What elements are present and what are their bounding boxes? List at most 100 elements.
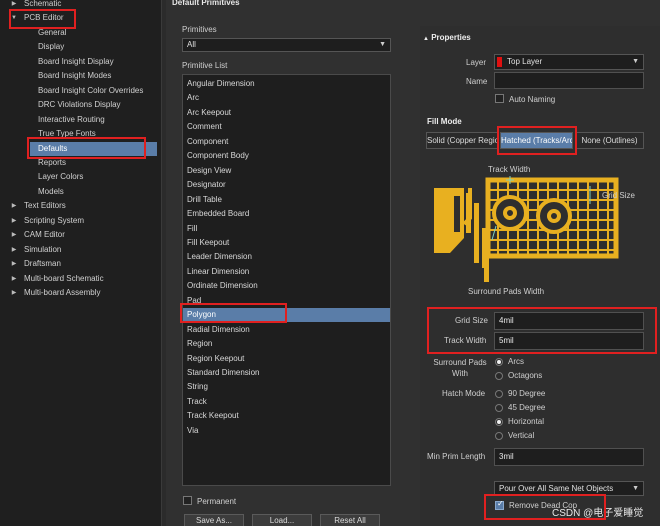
grid-size-input[interactable]: 4mil	[494, 312, 644, 330]
list-item[interactable]: Comment	[183, 120, 390, 134]
tree-item-interactive-routing[interactable]: Interactive Routing	[0, 113, 160, 127]
expand-right-icon[interactable]: ▶	[9, 0, 19, 11]
primitive-list[interactable]: Angular Dimension Arc Arc Keepout Comment Co…	[182, 74, 391, 486]
tree-item-defaults[interactable]: Defaults	[30, 141, 157, 156]
list-item[interactable]: Track Keepout	[183, 409, 390, 423]
tree-item-label: General	[38, 27, 67, 37]
chevron-down-icon: ▼	[379, 41, 386, 48]
tree-item-scripting-system[interactable]: ▶ Scripting System	[0, 214, 160, 228]
tree-item-text-editors[interactable]: ▶ Text Editors	[0, 199, 160, 213]
list-item[interactable]: Linear Dimension	[183, 265, 390, 279]
tree-item-layer-colors[interactable]: Layer Colors	[0, 170, 160, 184]
list-item[interactable]: Component Body	[183, 149, 390, 163]
tree-item-display[interactable]: Display	[0, 40, 160, 54]
list-item[interactable]: Arc Keepout	[183, 106, 390, 120]
auto-naming-checkbox[interactable]	[495, 94, 504, 103]
pour-over-select[interactable]: Pour Over All Same Net Objects ▼	[494, 481, 644, 496]
tree-item-pcb-editor[interactable]: ▼ PCB Editor	[0, 11, 160, 25]
save-as-button[interactable]: Save As...	[184, 514, 244, 526]
primitives-select[interactable]: All ▼	[182, 38, 391, 52]
hatch-45-radio[interactable]	[495, 404, 503, 412]
hatch-45-label: 45 Degree	[508, 403, 546, 412]
expand-right-icon[interactable]: ▶	[9, 257, 19, 271]
hatch-vertical-radio[interactable]	[495, 432, 503, 440]
fill-mode-solid[interactable]: Solid (Copper Regio	[426, 132, 498, 149]
hatch-90-label: 90 Degree	[508, 389, 546, 398]
permanent-label: Permanent	[197, 497, 237, 506]
list-item[interactable]: Fill	[183, 222, 390, 236]
tree-item-label: DRC Violations Display	[38, 100, 121, 110]
tree-item-board-insight-color-overrides[interactable]: Board Insight Color Overrides	[0, 84, 160, 98]
tree-item-schematic[interactable]: ▶ Schematic	[0, 0, 160, 11]
remove-dead-copper-checkbox[interactable]: ✓	[495, 499, 504, 510]
tree-item-board-insight-display[interactable]: Board Insight Display	[0, 55, 160, 69]
list-item[interactable]: Standard Dimension	[183, 366, 390, 380]
layer-select[interactable]: Top Layer ▼	[494, 54, 644, 70]
name-input[interactable]	[494, 72, 644, 89]
list-item[interactable]: Angular Dimension	[183, 77, 390, 91]
tree-item-label: Display	[38, 42, 65, 52]
hatch-horizontal-radio[interactable]	[495, 418, 503, 426]
list-item[interactable]: Design View	[183, 164, 390, 178]
list-item[interactable]: String	[183, 380, 390, 394]
track-width-input[interactable]: 5mil	[494, 332, 644, 350]
list-item[interactable]: Fill Keepout	[183, 236, 390, 250]
tree-item-models[interactable]: Models	[0, 185, 160, 199]
list-item[interactable]: Region	[183, 337, 390, 351]
list-item[interactable]: Polygon	[183, 308, 390, 323]
primitive-list-label: Primitive List	[182, 61, 228, 70]
load-button[interactable]: Load...	[252, 514, 312, 526]
properties-header[interactable]: ▲ Properties	[423, 33, 471, 42]
reset-all-button[interactable]: Reset All	[320, 514, 380, 526]
tree-item-draftsman[interactable]: ▶ Draftsman	[0, 257, 160, 271]
min-prim-length-label: Min Prim Length	[427, 452, 486, 461]
list-item[interactable]: Drill Table	[183, 193, 390, 207]
list-item[interactable]: Leader Dimension	[183, 250, 390, 264]
list-item[interactable]: Arc	[183, 91, 390, 105]
list-item[interactable]: Ordinate Dimension	[183, 279, 390, 293]
list-item[interactable]: Region Keepout	[183, 352, 390, 366]
tree-item-true-type-fonts[interactable]: True Type Fonts	[0, 127, 160, 141]
expand-right-icon[interactable]: ▶	[9, 214, 19, 228]
expand-right-icon[interactable]: ▶	[9, 286, 19, 300]
tree-item-board-insight-modes[interactable]: Board Insight Modes	[0, 69, 160, 83]
page-title: Default Primitives	[172, 0, 240, 7]
fill-mode-hatched[interactable]: Hatched (Tracks/Arc	[500, 132, 573, 149]
fill-mode-none[interactable]: None (Outlines)	[575, 132, 644, 149]
tree-item-label: Defaults	[38, 143, 68, 153]
tree-item-multi-board-assembly[interactable]: ▶ Multi-board Assembly	[0, 286, 160, 300]
tree-item-label: Models	[38, 186, 64, 196]
tree-item-reports[interactable]: Reports	[0, 156, 160, 170]
hatch-90-radio[interactable]	[495, 390, 503, 398]
tree-item-label: Interactive Routing	[38, 114, 105, 124]
list-item[interactable]: Pad	[183, 294, 390, 308]
list-item[interactable]: Embedded Board	[183, 207, 390, 221]
list-item[interactable]: Radial Dimension	[183, 323, 390, 337]
tree-item-cam-editor[interactable]: ▶ CAM Editor	[0, 228, 160, 242]
layer-color-swatch	[497, 57, 502, 67]
tree-item-simulation[interactable]: ▶ Simulation	[0, 243, 160, 257]
surround-arcs-radio[interactable]	[495, 358, 503, 366]
expand-right-icon[interactable]: ▶	[9, 228, 19, 242]
tree-item-label: True Type Fonts	[38, 129, 96, 139]
list-item[interactable]: Designator	[183, 178, 390, 192]
expand-down-icon[interactable]: ▼	[9, 11, 19, 25]
expand-right-icon[interactable]: ▶	[9, 199, 19, 213]
tree-item-general[interactable]: General	[0, 26, 160, 40]
list-item[interactable]: Track	[183, 395, 390, 409]
min-prim-length-input[interactable]: 3mil	[494, 448, 644, 466]
name-label: Name	[466, 77, 488, 86]
surround-octagons-radio[interactable]	[495, 372, 503, 380]
pour-over-select-value: Pour Over All Same Net Objects	[499, 484, 614, 493]
permanent-checkbox[interactable]	[183, 496, 192, 505]
hatch-horizontal-label: Horizontal	[508, 417, 545, 426]
tree-item-label: Multi-board Schematic	[24, 273, 104, 283]
list-item[interactable]: Component	[183, 135, 390, 149]
tree-item-drc-violations-display[interactable]: DRC Violations Display	[0, 98, 160, 112]
expand-right-icon[interactable]: ▶	[9, 272, 19, 286]
tree-item-multi-board-schematic[interactable]: ▶ Multi-board Schematic	[0, 272, 160, 286]
expand-right-icon[interactable]: ▶	[9, 243, 19, 257]
watermark: CSDN @电子爱睡觉	[552, 508, 644, 519]
checkmark-icon: ✓	[497, 499, 504, 508]
list-item[interactable]: Via	[183, 424, 390, 438]
